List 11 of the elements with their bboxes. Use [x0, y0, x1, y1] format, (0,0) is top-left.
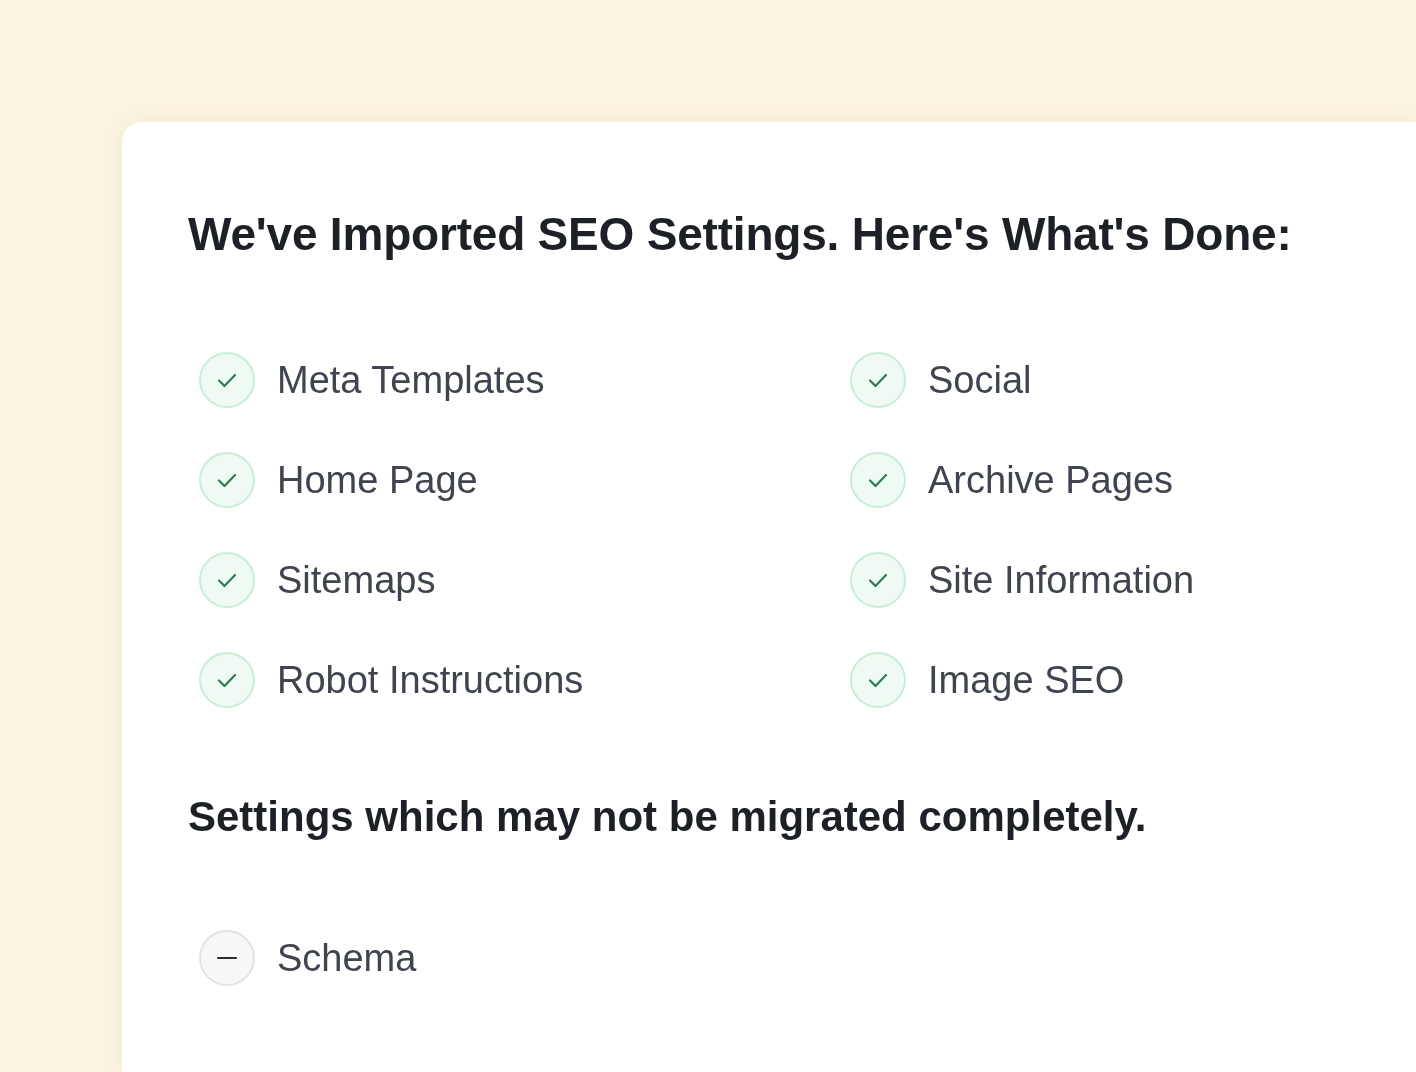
item-label: Meta Templates	[277, 358, 545, 403]
item-label: Archive Pages	[928, 458, 1173, 503]
item-label: Social	[928, 358, 1032, 403]
item-label: Image SEO	[928, 658, 1125, 703]
item-label: Robot Instructions	[277, 658, 584, 703]
item-label: Schema	[277, 936, 417, 981]
item-label: Site Information	[928, 558, 1195, 603]
item-label: Home Page	[277, 458, 478, 503]
heading: We've Imported SEO Settings. Here's What's Done:	[188, 207, 1293, 262]
item-label: Sitemaps	[277, 558, 436, 603]
subheading: Settings which may not be migrated completely.	[188, 792, 1148, 842]
